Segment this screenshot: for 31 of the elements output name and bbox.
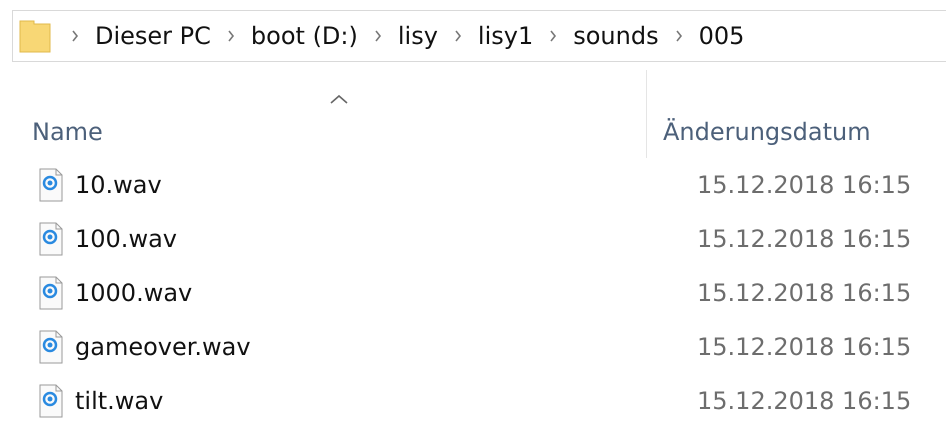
file-name[interactable]: 100.wav xyxy=(75,225,177,253)
chevron-icon xyxy=(454,30,462,42)
column-header[interactable]: Änderungsdatum xyxy=(663,118,871,146)
file-name[interactable]: gameover.wav xyxy=(75,333,251,361)
chevron-icon xyxy=(374,30,382,42)
file-date: 15.12.2018 16:15 xyxy=(696,171,912,199)
audio-file-icon xyxy=(39,222,63,256)
address-bar[interactable]: Dieser PC boot (D:) lisy lisy1 sounds 005 xyxy=(12,10,946,62)
breadcrumb-item[interactable]: boot (D:) xyxy=(250,22,358,50)
chevron-icon xyxy=(71,30,79,42)
breadcrumb-item[interactable]: sounds xyxy=(573,22,659,50)
chevron-icon xyxy=(674,30,683,42)
file-date: 15.12.2018 16:15 xyxy=(696,279,912,307)
file-name[interactable]: tilt.wav xyxy=(75,387,164,415)
audio-file-icon xyxy=(39,330,63,364)
file-date: 15.12.2018 16:15 xyxy=(696,333,912,361)
file-date: 15.12.2018 16:15 xyxy=(696,387,912,415)
file-name[interactable]: 1000.wav xyxy=(75,279,192,307)
audio-file-icon xyxy=(39,276,63,310)
folder-icon xyxy=(19,19,51,53)
audio-file-icon xyxy=(39,168,63,202)
breadcrumb-item[interactable]: Dieser PC xyxy=(95,22,211,50)
breadcrumb-item[interactable]: 005 xyxy=(698,22,744,50)
breadcrumb-item[interactable]: lisy1 xyxy=(478,22,534,50)
chevron-icon xyxy=(226,30,235,42)
audio-file-icon xyxy=(39,384,63,418)
file-date: 15.12.2018 16:15 xyxy=(696,225,912,253)
column-header[interactable]: Name xyxy=(32,118,103,146)
breadcrumb-item[interactable]: lisy xyxy=(398,22,438,50)
chevron-icon xyxy=(549,30,558,42)
file-name[interactable]: 10.wav xyxy=(75,171,162,199)
